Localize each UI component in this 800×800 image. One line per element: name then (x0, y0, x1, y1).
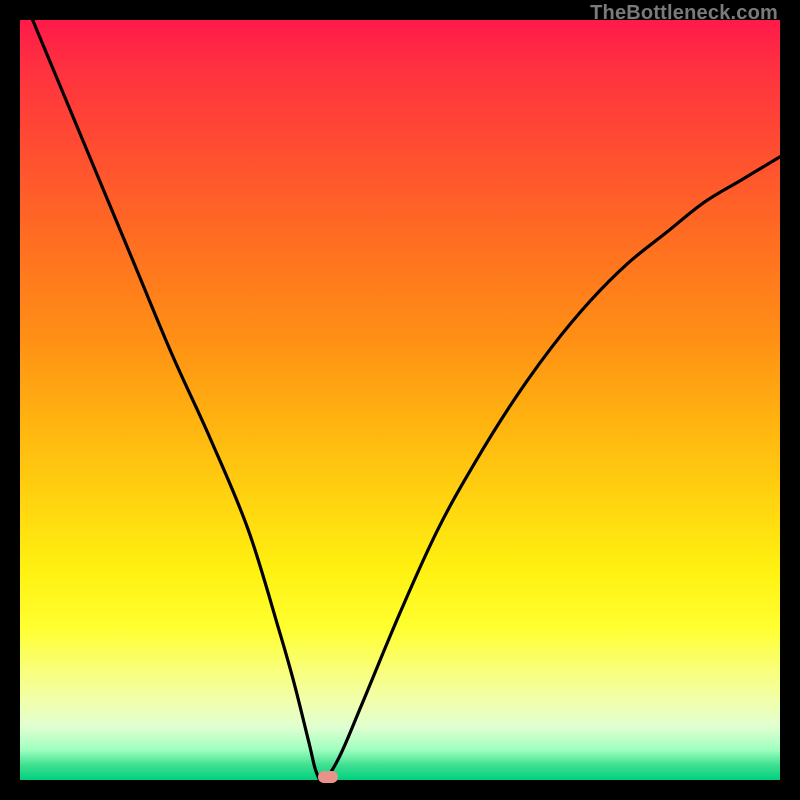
chart-container: TheBottleneck.com (0, 0, 800, 800)
bottleneck-curve (20, 20, 780, 780)
plot-area (20, 20, 780, 780)
optimal-point-marker (318, 771, 338, 783)
watermark-text: TheBottleneck.com (590, 2, 778, 25)
